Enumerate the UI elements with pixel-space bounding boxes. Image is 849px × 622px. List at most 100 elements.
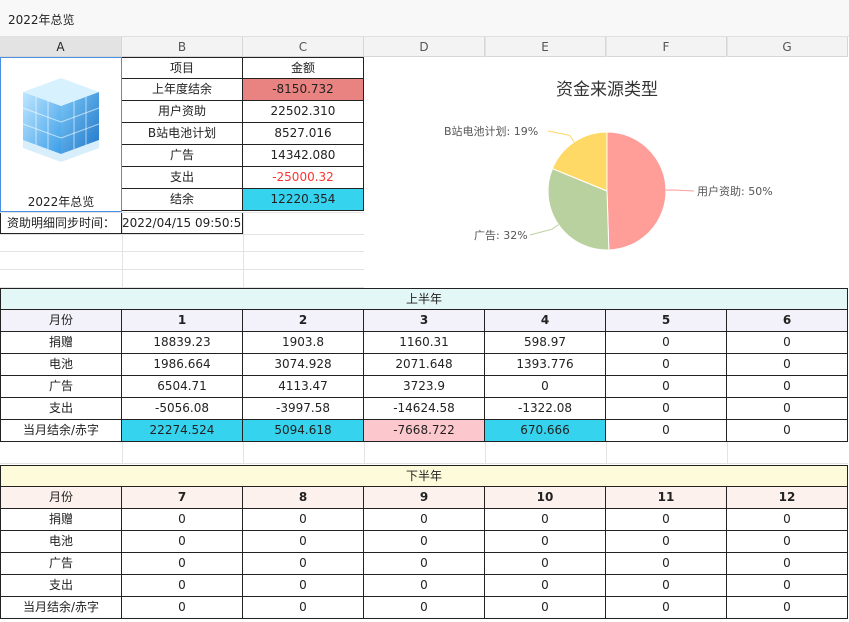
h1-cell[interactable]: -3997.58: [243, 398, 364, 420]
summary-item-label[interactable]: 结余: [122, 189, 243, 211]
summary-header-item[interactable]: 项目: [122, 57, 243, 79]
h2-cell[interactable]: 0: [727, 597, 848, 619]
h2-cell[interactable]: 0: [727, 531, 848, 553]
h2-cell[interactable]: 0: [727, 553, 848, 575]
h2-cell[interactable]: 0: [606, 575, 727, 597]
column-header-f[interactable]: F: [606, 37, 727, 57]
summary-header-amount[interactable]: 金额: [243, 57, 364, 79]
column-header-g[interactable]: G: [727, 37, 848, 57]
h1-cell[interactable]: 598.97: [485, 332, 606, 354]
summary-item-amount[interactable]: 14342.080: [243, 145, 364, 167]
h2-cell[interactable]: 0: [364, 597, 485, 619]
h1-cell[interactable]: 0: [485, 376, 606, 398]
h1-month-2[interactable]: 2: [243, 310, 364, 332]
summary-item-label[interactable]: 用户资助: [122, 101, 243, 123]
h2-month-label[interactable]: 月份: [0, 487, 122, 509]
h1-cell[interactable]: 0: [727, 398, 848, 420]
h2-cell[interactable]: 0: [122, 553, 243, 575]
column-header-a[interactable]: A: [0, 37, 122, 57]
h1-cell[interactable]: 0: [727, 332, 848, 354]
column-header-b[interactable]: B: [122, 37, 243, 57]
h1-cell[interactable]: 0: [727, 376, 848, 398]
h2-row-label[interactable]: 支出: [0, 575, 122, 597]
h2-cell[interactable]: 0: [122, 597, 243, 619]
h2-cell[interactable]: 0: [485, 553, 606, 575]
h2-cell[interactable]: 0: [122, 575, 243, 597]
h2-cell[interactable]: 0: [727, 575, 848, 597]
h2-row-label[interactable]: 捐赠: [0, 509, 122, 531]
h2-row-label[interactable]: 广告: [0, 553, 122, 575]
h1-row-label[interactable]: 支出: [0, 398, 122, 420]
h1-cell[interactable]: -1322.08: [485, 398, 606, 420]
h2-month-8[interactable]: 8: [243, 487, 364, 509]
h1-cell[interactable]: 0: [606, 376, 727, 398]
h2-cell[interactable]: 0: [606, 597, 727, 619]
h1-cell[interactable]: 0: [606, 332, 727, 354]
h2-cell[interactable]: 0: [364, 553, 485, 575]
h2-cell[interactable]: 0: [485, 509, 606, 531]
h2-cell[interactable]: 0: [122, 509, 243, 531]
summary-item-amount[interactable]: 12220.354: [243, 189, 364, 211]
h2-month-12[interactable]: 12: [727, 487, 848, 509]
h1-month-5[interactable]: 5: [606, 310, 727, 332]
h2-cell[interactable]: 0: [122, 531, 243, 553]
h1-cell[interactable]: -5056.08: [122, 398, 243, 420]
h1-cell[interactable]: 670.666: [485, 420, 606, 442]
summary-item-amount[interactable]: -8150.732: [243, 79, 364, 101]
h2-cell[interactable]: 0: [243, 531, 364, 553]
sync-time-label[interactable]: 资助明细同步时间：: [0, 213, 122, 234]
h1-month-1[interactable]: 1: [122, 310, 243, 332]
h2-cell[interactable]: 0: [364, 575, 485, 597]
h2-month-11[interactable]: 11: [606, 487, 727, 509]
h1-cell[interactable]: 1986.664: [122, 354, 243, 376]
h1-row-label[interactable]: 捐赠: [0, 332, 122, 354]
summary-item-label[interactable]: B站电池计划: [122, 123, 243, 145]
h1-cell[interactable]: -14624.58: [364, 398, 485, 420]
column-header-c[interactable]: C: [243, 37, 364, 57]
h2-cell[interactable]: 0: [243, 509, 364, 531]
h1-row-label[interactable]: 当月结余/赤字: [0, 420, 122, 442]
h1-row-label[interactable]: 广告: [0, 376, 122, 398]
h1-cell[interactable]: 18839.23: [122, 332, 243, 354]
h1-month-3[interactable]: 3: [364, 310, 485, 332]
h2-cell[interactable]: 0: [485, 575, 606, 597]
h2-cell[interactable]: 0: [243, 553, 364, 575]
h2-section-title[interactable]: 下半年: [0, 465, 848, 487]
h1-cell[interactable]: 0: [606, 420, 727, 442]
h1-row-label[interactable]: 电池: [0, 354, 122, 376]
h2-cell[interactable]: 0: [485, 531, 606, 553]
summary-item-label[interactable]: 支出: [122, 167, 243, 189]
h1-cell[interactable]: 0: [606, 354, 727, 376]
h1-cell[interactable]: 3074.928: [243, 354, 364, 376]
column-header-d[interactable]: D: [364, 37, 485, 57]
h1-cell[interactable]: 1160.31: [364, 332, 485, 354]
summary-item-amount[interactable]: 8527.016: [243, 123, 364, 145]
h2-month-10[interactable]: 10: [485, 487, 606, 509]
h1-month-4[interactable]: 4: [485, 310, 606, 332]
h1-cell[interactable]: 2071.648: [364, 354, 485, 376]
h1-cell[interactable]: 0: [727, 354, 848, 376]
h2-cell[interactable]: 0: [243, 575, 364, 597]
h1-cell[interactable]: 6504.71: [122, 376, 243, 398]
h1-cell[interactable]: 22274.524: [122, 420, 243, 442]
h2-cell[interactable]: 0: [606, 531, 727, 553]
h1-cell[interactable]: 5094.618: [243, 420, 364, 442]
h1-cell[interactable]: 4113.47: [243, 376, 364, 398]
h2-cell[interactable]: 0: [243, 597, 364, 619]
h2-cell[interactable]: 0: [606, 509, 727, 531]
h2-cell[interactable]: 0: [727, 509, 848, 531]
sheet-tab[interactable]: 2022年总览: [0, 0, 849, 37]
column-header-e[interactable]: E: [485, 37, 606, 57]
h1-month-label[interactable]: 月份: [0, 310, 122, 332]
summary-item-amount[interactable]: -25000.32: [243, 167, 364, 189]
h1-month-6[interactable]: 6: [727, 310, 848, 332]
summary-item-label[interactable]: 广告: [122, 145, 243, 167]
h2-cell[interactable]: 0: [606, 553, 727, 575]
h1-cell[interactable]: 3723.9: [364, 376, 485, 398]
pie-slice-0[interactable]: [606, 131, 667, 251]
h2-month-9[interactable]: 9: [364, 487, 485, 509]
h2-cell[interactable]: 0: [364, 509, 485, 531]
h2-cell[interactable]: 0: [485, 597, 606, 619]
h1-cell[interactable]: -7668.722: [364, 420, 485, 442]
pie-chart[interactable]: 资金来源类型 用户资助: 50% 广告: 32% B站电池计划: 19%: [364, 57, 848, 288]
